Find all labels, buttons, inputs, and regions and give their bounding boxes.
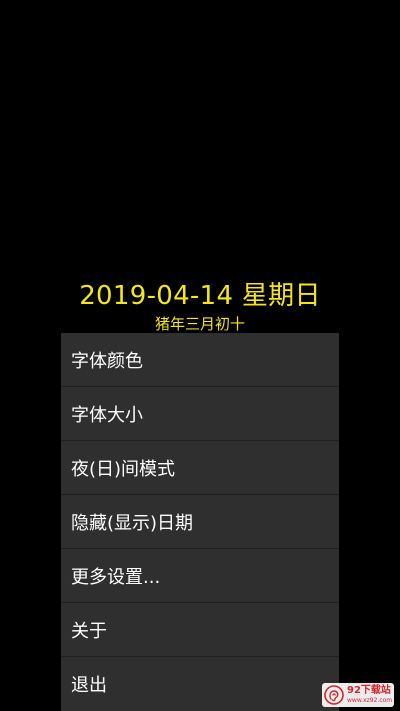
menu-item-label: 字体大小 xyxy=(71,404,143,426)
menu-item-label: 更多设置... xyxy=(71,566,161,588)
site-watermark: 92下载站 www.xz92.com xyxy=(322,683,394,707)
menu-item-label: 夜(日)间模式 xyxy=(71,458,176,480)
menu-item-font-size[interactable]: 字体大小 xyxy=(61,387,339,441)
menu-item-label: 字体颜色 xyxy=(71,350,143,372)
menu-item-about[interactable]: 关于 xyxy=(61,603,339,657)
clock-display: 2019-04-14 星期日 猪年三月初十 xyxy=(0,278,400,334)
date-text: 2019-04-14 星期日 xyxy=(79,281,321,311)
menu-item-label: 退出 xyxy=(71,675,107,696)
lunar-date-text: 猪年三月初十 xyxy=(154,315,245,333)
menu-item-more-settings[interactable]: 更多设置... xyxy=(61,549,339,603)
ear-logo-icon xyxy=(324,685,344,705)
options-menu: 字体颜色 字体大小 夜(日)间模式 隐藏(显示)日期 更多设置... 关于 退出 xyxy=(61,333,339,711)
watermark-text: 92下载站 www.xz92.com xyxy=(347,686,392,704)
menu-item-label: 关于 xyxy=(71,620,107,642)
menu-item-toggle-date[interactable]: 隐藏(显示)日期 xyxy=(61,495,339,549)
watermark-title: 92下载站 xyxy=(347,685,391,696)
menu-item-label: 隐藏(显示)日期 xyxy=(71,512,194,534)
menu-item-night-mode[interactable]: 夜(日)间模式 xyxy=(61,441,339,495)
menu-item-font-color[interactable]: 字体颜色 xyxy=(61,333,339,387)
watermark-url: www.xz92.com xyxy=(347,697,393,704)
menu-item-exit[interactable]: 退出 xyxy=(61,657,339,711)
screen: 2019-04-14 星期日 猪年三月初十 字体颜色 字体大小 夜(日)间模式 … xyxy=(0,0,400,711)
